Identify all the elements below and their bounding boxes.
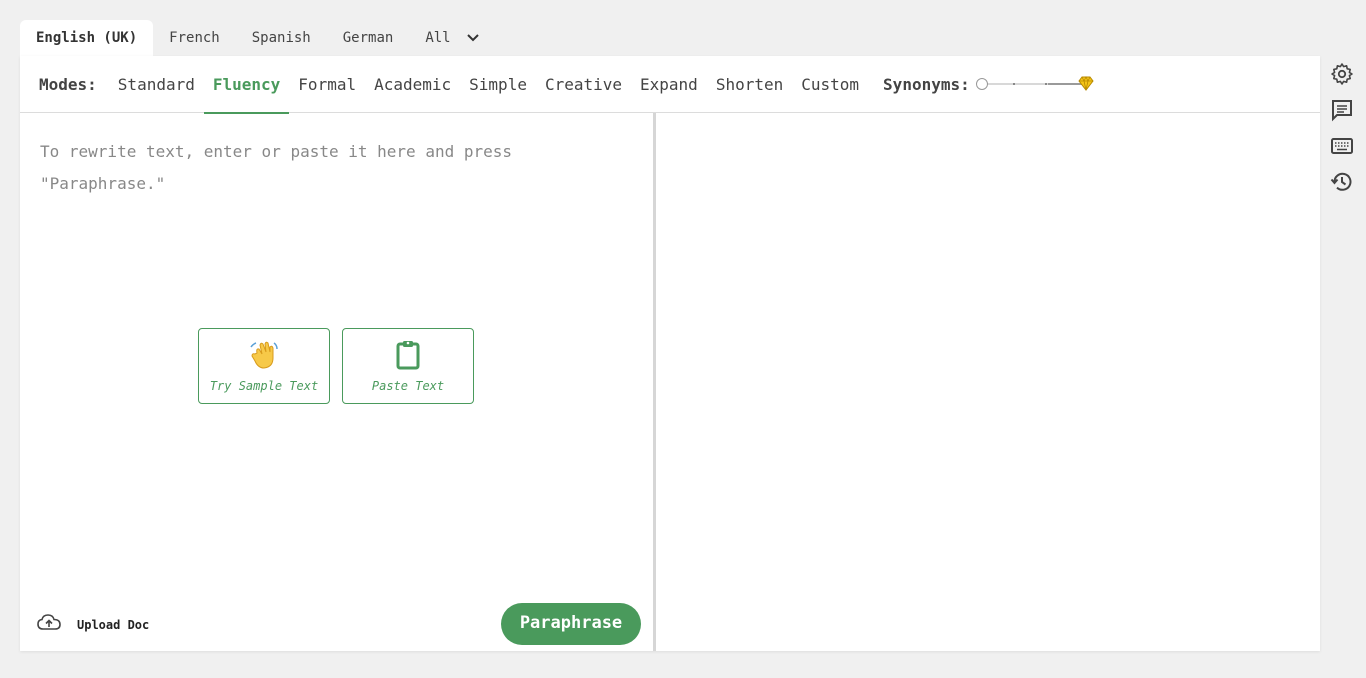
input-placeholder[interactable]: To rewrite text, enter or paste it here … [40, 136, 600, 200]
paraphraser-card: Modes: Standard Fluency Formal Academic … [20, 56, 1320, 651]
chevron-down-icon [467, 20, 479, 56]
paste-text-button[interactable]: Paste Text [342, 328, 474, 404]
tab-german[interactable]: German [327, 20, 410, 56]
waving-hand-icon [248, 339, 280, 375]
language-tabs: English (UK) French Spanish German All [20, 20, 495, 56]
paste-text-label: Paste Text [371, 379, 445, 393]
tab-all-languages[interactable]: All [409, 20, 495, 56]
mode-expand[interactable]: Expand [631, 56, 707, 113]
modes-label: Modes: [39, 74, 97, 94]
side-toolbar [1330, 62, 1356, 206]
mode-creative[interactable]: Creative [536, 56, 631, 113]
mode-formal[interactable]: Formal [289, 56, 365, 113]
mode-standard[interactable]: Standard [109, 56, 204, 113]
slider-track-premium [1047, 83, 1082, 85]
slider-tick [1012, 83, 1015, 85]
upload-doc-button[interactable]: Upload Doc [37, 613, 149, 637]
tab-spanish[interactable]: Spanish [236, 20, 327, 56]
clipboard-icon [393, 339, 423, 375]
mode-simple[interactable]: Simple [460, 56, 536, 113]
paraphrase-button[interactable]: Paraphrase [501, 603, 641, 645]
comment-icon[interactable] [1330, 98, 1354, 122]
history-icon[interactable] [1330, 170, 1354, 194]
try-sample-text-button[interactable]: Try Sample Text [198, 328, 330, 404]
premium-gem-icon [1078, 76, 1094, 95]
placeholder-line-1: To rewrite text, enter or paste it here … [40, 142, 513, 161]
upload-doc-label: Upload Doc [77, 618, 150, 632]
keyboard-icon[interactable] [1330, 134, 1354, 158]
gear-icon[interactable] [1330, 62, 1354, 86]
output-pane [656, 113, 1320, 651]
mode-fluency[interactable]: Fluency [203, 56, 290, 114]
mode-shorten[interactable]: Shorten [707, 56, 792, 113]
synonyms-slider[interactable] [975, 74, 1094, 95]
tab-english-uk[interactable]: English (UK) [20, 20, 154, 56]
mode-academic[interactable]: Academic [365, 56, 460, 113]
modes-bar: Modes: Standard Fluency Formal Academic … [20, 56, 1320, 114]
mode-custom[interactable]: Custom [792, 56, 868, 113]
tab-french[interactable]: French [153, 20, 236, 56]
try-sample-text-label: Try Sample Text [209, 379, 319, 393]
cloud-upload-icon [37, 613, 61, 637]
placeholder-line-2: "Paraphrase." [40, 174, 166, 193]
synonyms-label: Synonyms: [883, 74, 970, 94]
slider-knob[interactable] [975, 78, 988, 90]
slider-tick [1044, 83, 1047, 85]
all-languages-label: All [425, 30, 451, 46]
